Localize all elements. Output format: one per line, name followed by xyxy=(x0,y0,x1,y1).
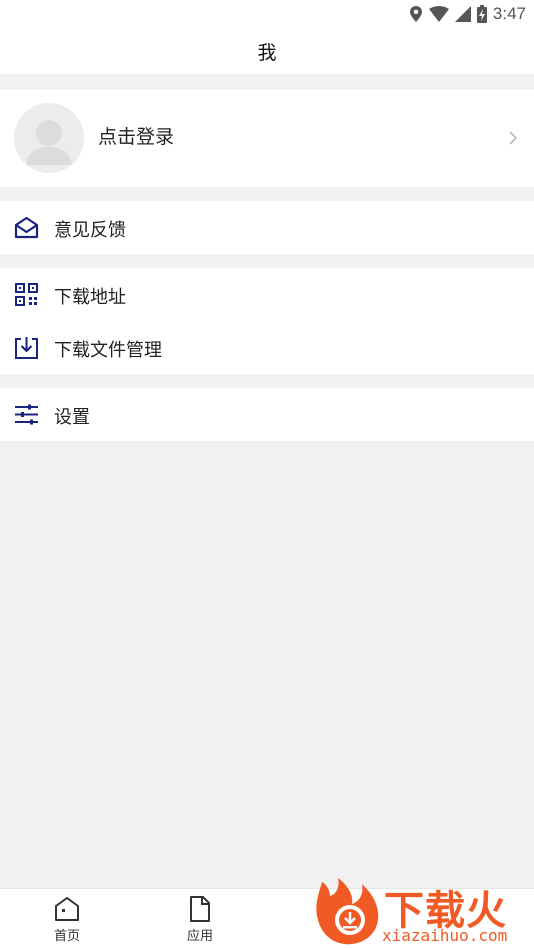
login-row[interactable]: 点击登录 xyxy=(0,90,534,187)
watermark: 下载火 xiazaihuo.com xyxy=(312,874,534,948)
avatar[interactable] xyxy=(14,103,84,173)
page-title: 我 xyxy=(257,41,277,64)
flame-logo-icon xyxy=(316,878,379,945)
menu-label-download-manage: 下载文件管理 xyxy=(54,340,162,361)
chevron-right-icon xyxy=(509,131,518,145)
avatar-placeholder-icon xyxy=(26,120,72,165)
tab-label-apps: 应用 xyxy=(186,929,213,944)
tab-label-home: 首页 xyxy=(53,929,80,944)
wifi-icon xyxy=(428,6,449,22)
battery-icon xyxy=(476,5,487,23)
settings-section: 设置 xyxy=(0,388,534,441)
title-bar: 我 xyxy=(0,28,534,74)
menu-label-download-address: 下载地址 xyxy=(54,287,126,308)
menu-item-download-address[interactable]: 下载地址 xyxy=(0,268,534,321)
home-icon xyxy=(55,897,79,921)
signal-icon xyxy=(454,6,471,22)
status-time: 3:47 xyxy=(492,4,526,23)
menu-item-feedback[interactable]: 意见反馈 xyxy=(0,201,534,254)
menu-label-settings: 设置 xyxy=(54,407,90,428)
feedback-section: 意见反馈 xyxy=(0,201,534,254)
menu-item-download-manage[interactable]: 下载文件管理 xyxy=(0,321,534,374)
qr-code-icon xyxy=(15,283,38,306)
file-icon xyxy=(190,896,210,922)
watermark-url: xiazaihuo.com xyxy=(382,926,508,945)
download-section: 下载地址 下载文件管理 xyxy=(0,268,534,374)
status-icons: 3:47 xyxy=(409,3,526,25)
login-label[interactable]: 点击登录 xyxy=(98,122,174,149)
download-tray-icon xyxy=(15,337,38,359)
status-bar: 3:47 xyxy=(0,0,534,28)
tab-home[interactable]: 首页 xyxy=(27,889,107,948)
location-icon xyxy=(409,6,422,22)
tab-apps[interactable]: 应用 xyxy=(160,889,240,948)
mail-open-icon xyxy=(14,216,39,239)
menu-label-feedback: 意见反馈 xyxy=(54,220,126,241)
sliders-icon xyxy=(15,404,38,425)
menu-item-settings[interactable]: 设置 xyxy=(0,388,534,441)
